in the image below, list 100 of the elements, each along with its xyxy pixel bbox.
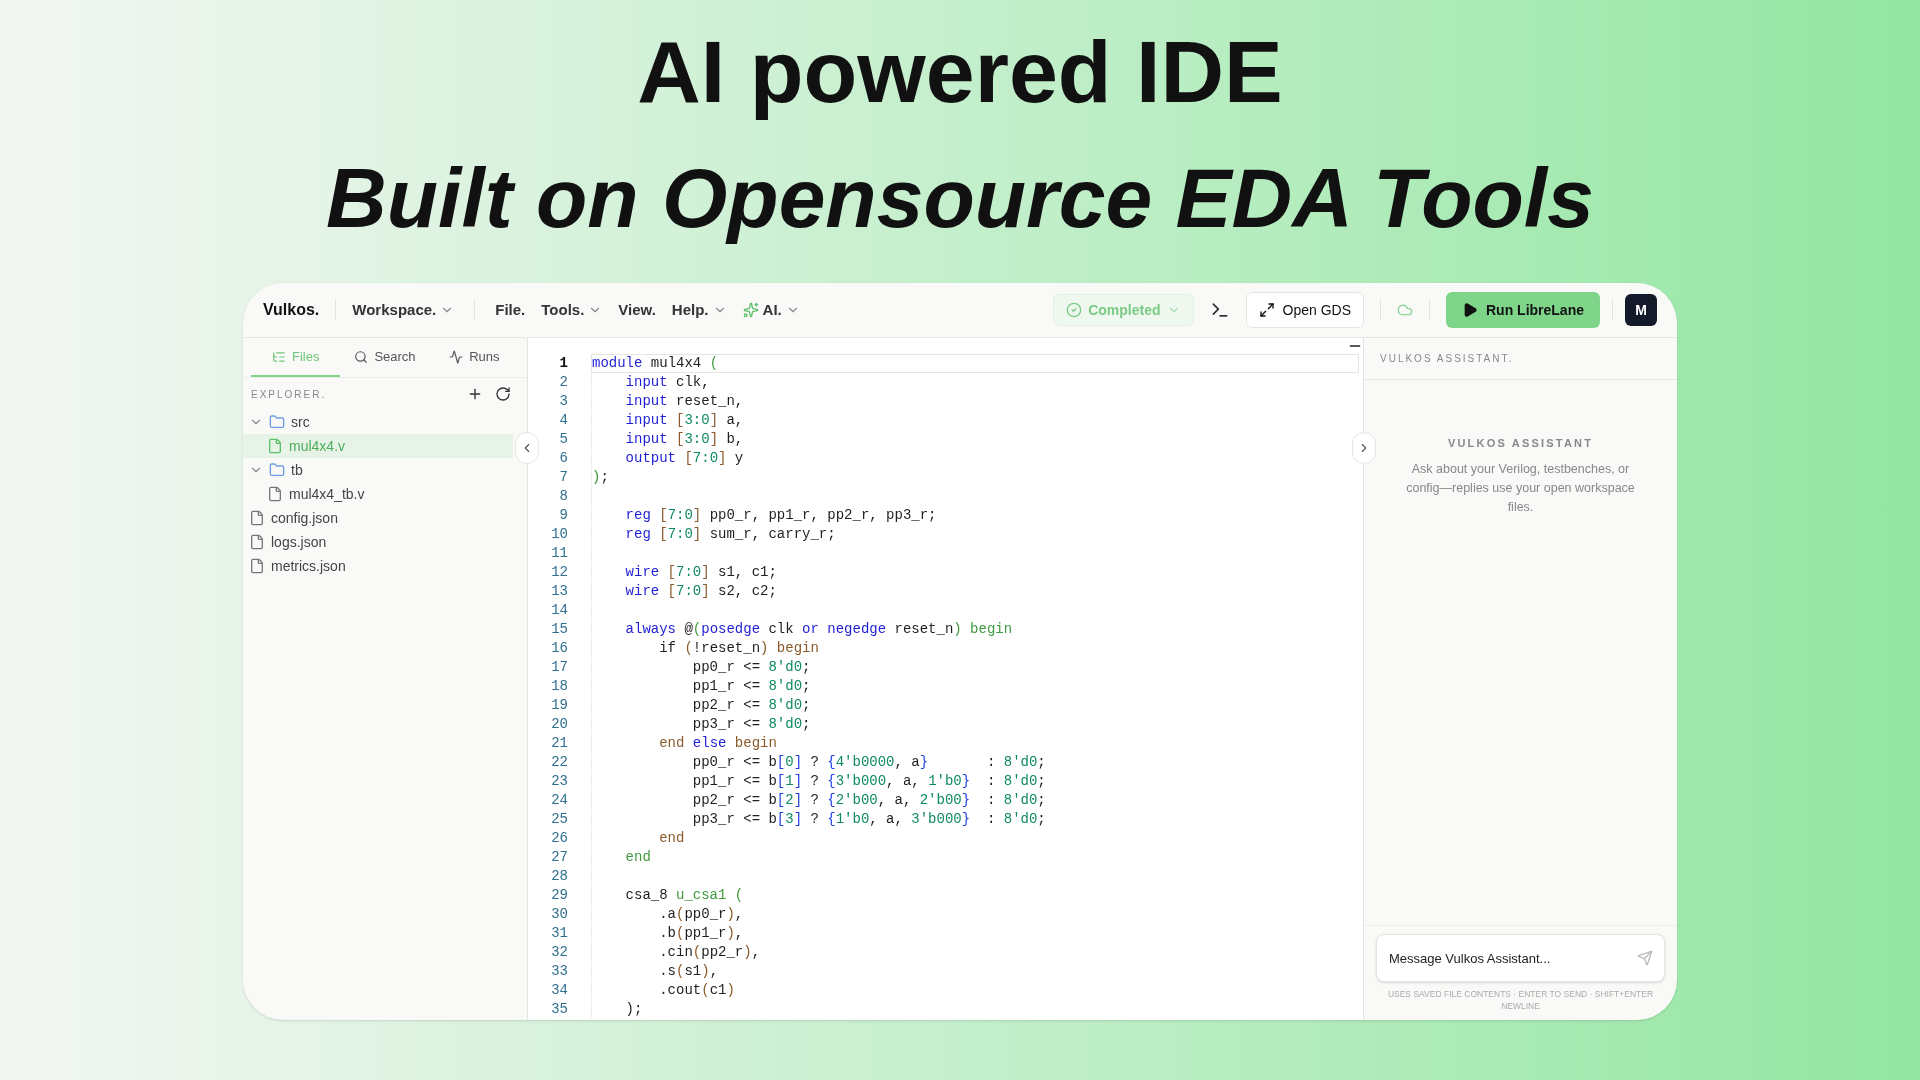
code-line: .cin(pp2_r), — [591, 943, 1363, 962]
tree-item[interactable]: src — [243, 410, 513, 434]
menu-item[interactable]: Help. — [663, 294, 735, 326]
sidebar-tab[interactable]: Runs — [429, 338, 519, 377]
code-line: end — [591, 829, 1363, 848]
run-button[interactable]: Run LibreLane — [1446, 292, 1600, 328]
line-number: 18 — [550, 677, 568, 696]
input-hint: USES SAVED FILE CONTENTS · ENTER TO SEND · SHIFT+ENTER NEWLINE — [1386, 988, 1655, 1012]
line-number: 21 — [550, 734, 568, 753]
file-icon — [249, 510, 265, 526]
menu-item[interactable]: Workspace. — [344, 294, 463, 326]
code-line: pp1_r <= b[1] ? {3'b000, a, 1'b0} : 8'd0; — [591, 772, 1363, 791]
code-line: wire [7:0] s2, c2; — [591, 582, 1363, 601]
menu-item[interactable]: File. — [487, 294, 534, 326]
code-line: input clk, — [591, 373, 1363, 392]
line-number: 20 — [550, 715, 568, 734]
empty-state-title: VULKOS ASSISTANT — [1447, 436, 1594, 451]
code-line: pp2_r <= 8'd0; — [591, 696, 1363, 715]
section-title: EXPLORER. — [251, 387, 328, 402]
expand-icon — [1258, 302, 1275, 318]
menu-item[interactable]: View. — [610, 294, 664, 326]
search-icon — [354, 349, 369, 364]
code-line: pp0_r <= 8'd0; — [591, 658, 1363, 677]
line-number: 1 — [558, 354, 568, 373]
add-icon[interactable] — [467, 386, 483, 402]
panel-title: VULKOS ASSISTANT. — [1380, 352, 1514, 366]
line-number: 22 — [550, 753, 568, 772]
line-number: 34 — [550, 981, 568, 1000]
line-number: 15 — [550, 620, 568, 639]
line-number: 26 — [550, 829, 568, 848]
code-line: input reset_n, — [591, 392, 1363, 411]
line-number: 28 — [550, 867, 568, 886]
code-line: end — [591, 848, 1363, 867]
code-line: reg [7:0] sum_r, carry_r; — [591, 525, 1363, 544]
check-circle-icon — [1066, 302, 1083, 318]
tree-item[interactable]: metrics.json — [243, 554, 513, 578]
line-number: 32 — [550, 943, 568, 962]
tree-item[interactable]: logs.json — [243, 530, 513, 554]
collapse-right-handle[interactable] — [1352, 432, 1376, 464]
tree-item[interactable]: config.json — [243, 506, 513, 530]
code-line: .a(pp0_r), — [591, 905, 1363, 924]
line-number: 9 — [558, 506, 568, 525]
line-number: 33 — [550, 962, 568, 981]
code-line: wire [7:0] s1, c1; — [591, 563, 1363, 582]
line-number: 8 — [558, 487, 568, 506]
line-number: 29 — [550, 886, 568, 905]
user-avatar[interactable]: M — [1625, 294, 1657, 326]
line-number: 35 — [550, 1000, 568, 1019]
line-number: 2 — [558, 373, 568, 392]
file-icon — [267, 438, 283, 454]
line-number: 6 — [558, 449, 568, 468]
line-number: 13 — [550, 582, 568, 601]
code-line: pp3_r <= b[3] ? {1'b0, a, 3'b000} : 8'd0; — [591, 810, 1363, 829]
tree-item[interactable]: tb — [243, 458, 513, 482]
collapse-left-handle[interactable] — [515, 432, 539, 464]
line-number: 23 — [550, 772, 568, 791]
sparkle-icon — [742, 302, 759, 318]
code-line: csa_8 u_csa1 ( — [591, 886, 1363, 905]
line-number: 31 — [550, 924, 568, 943]
code-line: input [3:0] a, — [591, 411, 1363, 430]
code-line: .cout(c1) — [591, 981, 1363, 1000]
line-number: 25 — [550, 810, 568, 829]
code-line: ); — [591, 468, 1363, 487]
code-line: pp2_r <= b[2] ? {2'b00, a, 2'b00} : 8'd0; — [591, 791, 1363, 810]
code-line: end else begin — [591, 734, 1363, 753]
line-number: 30 — [550, 905, 568, 924]
line-number: 16 — [550, 639, 568, 658]
play-icon — [1462, 302, 1478, 318]
code-line: .s(s1), — [591, 962, 1363, 981]
folder-icon — [269, 462, 285, 478]
menu-item[interactable]: Tools. — [533, 294, 611, 326]
open-gds-button[interactable]: Open GDS — [1245, 292, 1364, 328]
line-number: 27 — [550, 848, 568, 867]
file-icon — [249, 534, 265, 550]
sidebar-tab[interactable]: Search — [340, 338, 430, 377]
tree-item[interactable]: mul4x4_tb.v — [243, 482, 513, 506]
line-number: 12 — [550, 563, 568, 582]
line-number: 19 — [550, 696, 568, 715]
code-line: if (!reset_n) begin — [591, 639, 1363, 658]
line-number: 24 — [550, 791, 568, 810]
brand-name: Vulkos. — [263, 300, 321, 320]
menu-item[interactable]: AI. — [734, 294, 808, 326]
code-line: .b(pp1_r), — [591, 924, 1363, 943]
code-line: ); — [591, 1000, 1363, 1019]
line-number: 7 — [558, 468, 568, 487]
code-line: pp0_r <= b[0] ? {4'b0000, a} : 8'd0; — [591, 753, 1363, 772]
line-number: 5 — [558, 430, 568, 449]
message-field[interactable]: Message Vulkos Assistant... — [1376, 934, 1665, 982]
files-icon — [271, 349, 286, 364]
code-line: pp3_r <= 8'd0; — [591, 715, 1363, 734]
code-line: pp1_r <= 8'd0; — [591, 677, 1363, 696]
file-icon — [267, 486, 283, 502]
runs-icon — [449, 349, 464, 364]
line-number: 4 — [558, 411, 568, 430]
line-number: 10 — [550, 525, 568, 544]
code-line: always @(posedge clk or negedge reset_n) begin — [591, 620, 1363, 639]
line-number: 17 — [550, 658, 568, 677]
empty-state-text: Ask about your Verilog, testbenches, or config—replies use your open workspace files. — [1405, 460, 1636, 516]
refresh-icon[interactable] — [495, 386, 511, 402]
line-number: 14 — [550, 601, 568, 620]
